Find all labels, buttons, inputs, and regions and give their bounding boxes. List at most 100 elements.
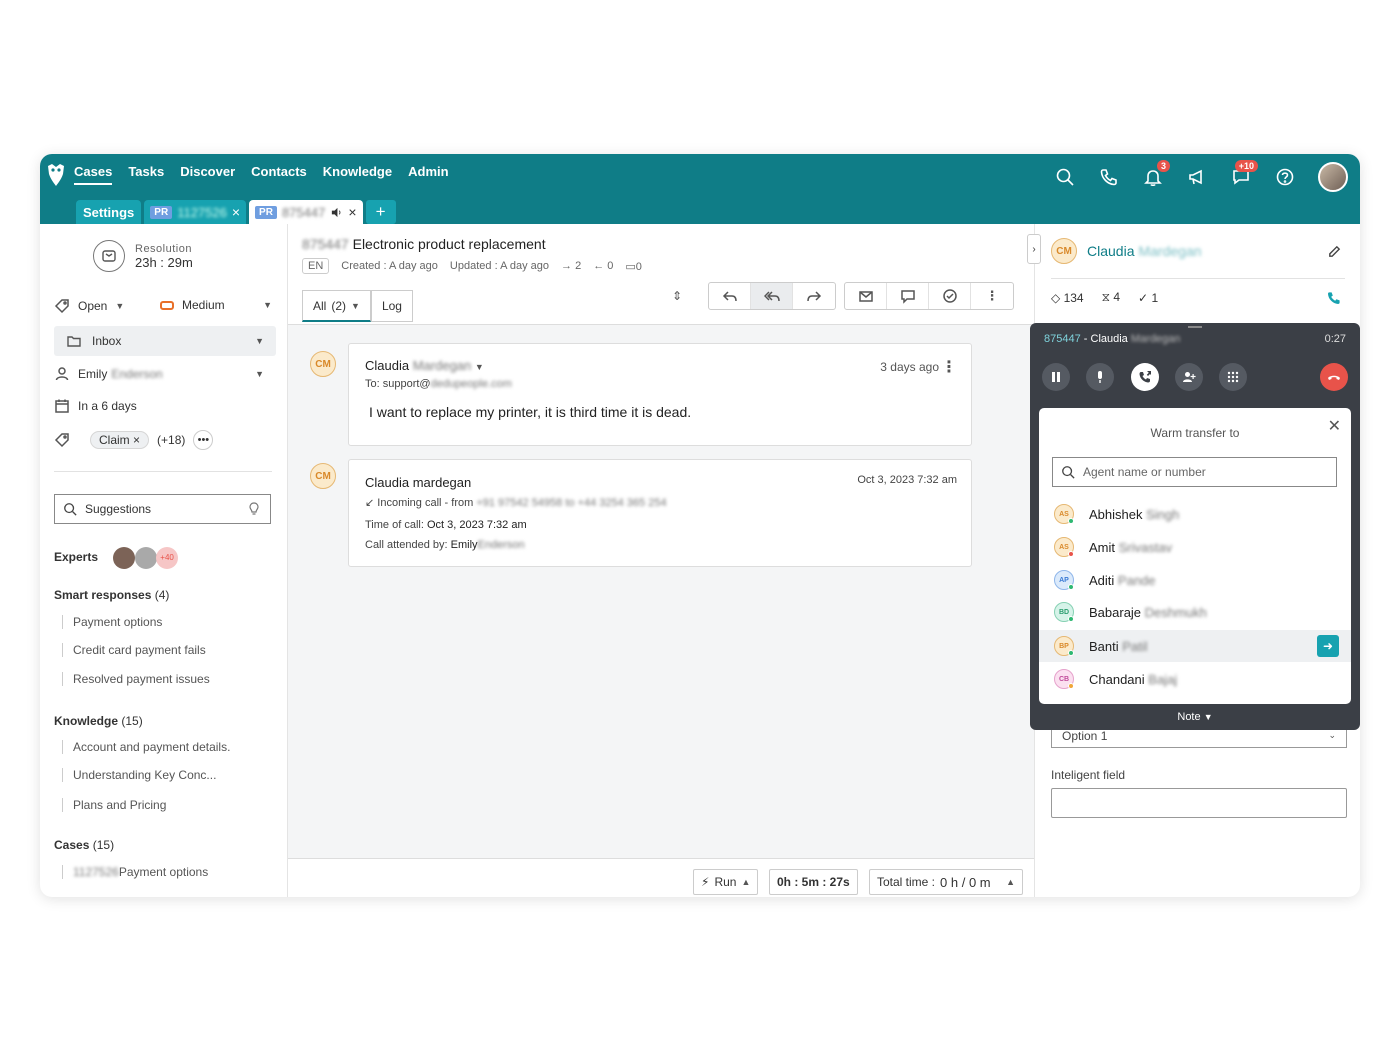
tab-all-label: All bbox=[313, 298, 327, 313]
agent-item[interactable]: BP Banti Patil ➜ bbox=[1039, 630, 1351, 662]
label-icon bbox=[54, 433, 69, 448]
hang-up-icon[interactable] bbox=[1319, 363, 1348, 391]
agent-avatar: AP bbox=[1054, 570, 1074, 590]
tab-log[interactable]: Log bbox=[370, 290, 413, 322]
drag-handle[interactable] bbox=[1188, 326, 1202, 328]
nav-knowledge[interactable]: Knowledge bbox=[323, 164, 392, 185]
priority-dropdown[interactable]: Medium ▼ bbox=[160, 298, 272, 312]
forward-icon[interactable] bbox=[793, 283, 835, 309]
close-icon[interactable]: × bbox=[232, 204, 240, 220]
chevron-down-icon: ▼ bbox=[1203, 712, 1213, 722]
mail-add-icon[interactable] bbox=[845, 283, 887, 309]
more-icon[interactable]: ••• bbox=[193, 430, 214, 450]
agent-item[interactable]: AP Aditi Pande bbox=[1039, 564, 1351, 596]
agent-item[interactable]: BD Babaraje Deshmukh bbox=[1039, 596, 1351, 628]
queue-dropdown[interactable]: Inbox ▼ bbox=[54, 326, 276, 356]
transfer-arrow-button[interactable]: ➜ bbox=[1317, 635, 1339, 657]
chevron-down-icon: ▼ bbox=[115, 301, 125, 311]
pending-stat[interactable]: ⧖ 4 bbox=[1102, 290, 1120, 305]
close-icon[interactable]: ✕ bbox=[1328, 416, 1341, 436]
nav-cases[interactable]: Cases bbox=[74, 164, 113, 185]
edit-icon[interactable] bbox=[1327, 244, 1342, 259]
list-item[interactable]: Plans and Pricing bbox=[62, 798, 166, 812]
tab-case-2[interactable]: PR 875447 × bbox=[249, 200, 363, 224]
call-widget: 875447 - Claudia Mardegan 0:27 Warm tran… bbox=[1030, 323, 1360, 730]
dialpad-icon[interactable] bbox=[1219, 363, 1248, 391]
assignee-dropdown[interactable]: Emily Enderson ▼ bbox=[54, 366, 276, 382]
search-icon[interactable] bbox=[1054, 166, 1076, 188]
status-dropdown[interactable]: Open ▼ bbox=[54, 298, 124, 314]
tab-case-1[interactable]: PR 1127526 × bbox=[144, 200, 247, 224]
agent-first: Babaraje bbox=[1089, 604, 1142, 620]
intelligent-field-input[interactable] bbox=[1051, 788, 1347, 818]
tickets-count: 134 bbox=[1063, 290, 1084, 305]
tab-settings[interactable]: Settings bbox=[76, 200, 142, 224]
clock-icon bbox=[93, 240, 125, 272]
agent-item[interactable]: AS Abhishek Singh bbox=[1039, 498, 1351, 530]
mic-icon[interactable] bbox=[1086, 363, 1115, 391]
lightbulb-icon[interactable] bbox=[246, 501, 262, 517]
list-item[interactable]: Understanding Key Conc... bbox=[62, 768, 216, 782]
tab-case-id: 875447 bbox=[281, 204, 326, 220]
app-logo-icon[interactable] bbox=[46, 162, 66, 188]
chat-icon[interactable]: +10 bbox=[1230, 160, 1258, 188]
case-sidebar: Resolution 23h : 29m Open ▼ Medium ▼ Inbo… bbox=[40, 224, 288, 897]
nav-tasks[interactable]: Tasks bbox=[128, 164, 164, 185]
bell-icon[interactable]: 3 bbox=[1142, 160, 1170, 188]
status-dot bbox=[1068, 584, 1074, 590]
reply-icon[interactable] bbox=[709, 283, 751, 309]
contact-first[interactable]: Claudia bbox=[1087, 243, 1134, 259]
tag-chip[interactable]: Claim × bbox=[90, 431, 150, 449]
sender-name[interactable]: Claudia Mardegan ▼ bbox=[365, 358, 484, 373]
agent-initials: AS bbox=[1059, 510, 1069, 518]
phone-icon[interactable] bbox=[1326, 290, 1342, 306]
case-id: 1127526 bbox=[73, 865, 119, 879]
nav-admin[interactable]: Admin bbox=[408, 164, 448, 185]
list-item[interactable]: Resolved payment issues bbox=[62, 672, 210, 686]
resolved-stat[interactable]: ✓ 1 bbox=[1138, 291, 1158, 305]
phone-icon[interactable] bbox=[1098, 166, 1120, 188]
add-participant-icon[interactable] bbox=[1174, 363, 1203, 391]
list-item[interactable]: Payment options bbox=[62, 615, 162, 629]
comment-icon[interactable] bbox=[887, 283, 929, 309]
chevron-right-icon[interactable]: › bbox=[1027, 234, 1041, 264]
note-toggle[interactable]: Note ▼ bbox=[1030, 711, 1360, 723]
out-count: 2 bbox=[575, 260, 582, 272]
nav-contacts[interactable]: Contacts bbox=[251, 164, 307, 185]
total-time-dropdown[interactable]: Total time : 0 h / 0 m ▲ bbox=[869, 869, 1023, 895]
list-item[interactable]: 1127526Payment options bbox=[62, 865, 208, 879]
agent-item[interactable]: CB Chandani Bajaj bbox=[1039, 663, 1351, 695]
megaphone-icon[interactable] bbox=[1186, 166, 1208, 188]
expand-collapse-icon[interactable]: ⇕ bbox=[672, 289, 682, 303]
add-tab-button[interactable]: + bbox=[365, 200, 396, 224]
list-item[interactable]: Account and payment details. bbox=[62, 740, 230, 754]
due-date[interactable]: In a 6 days bbox=[54, 398, 137, 414]
agent-item[interactable]: AS Amit Srivastav bbox=[1039, 531, 1351, 563]
expert-avatar[interactable] bbox=[134, 547, 157, 569]
expert-more[interactable]: +40 bbox=[156, 547, 179, 569]
suggestions-search[interactable]: Suggestions bbox=[54, 494, 271, 524]
expert-avatar[interactable] bbox=[113, 547, 136, 569]
check-circle-icon[interactable] bbox=[929, 283, 971, 309]
user-avatar[interactable] bbox=[1318, 162, 1348, 192]
chevron-up-icon: ▲ bbox=[1006, 877, 1015, 887]
tab-all[interactable]: All (2) ▼ bbox=[302, 290, 371, 322]
list-item[interactable]: Credit card payment fails bbox=[62, 643, 206, 657]
more-vertical-icon[interactable]: ⋮ bbox=[971, 283, 1013, 309]
tag-more[interactable]: (+18) bbox=[157, 433, 185, 447]
nav-discover[interactable]: Discover bbox=[180, 164, 235, 185]
agent-avatar: BP bbox=[1054, 636, 1074, 656]
transfer-title: Warm transfer to bbox=[1150, 426, 1240, 440]
help-icon[interactable] bbox=[1274, 166, 1296, 188]
updated-text: Updated : A day ago bbox=[449, 260, 550, 272]
transfer-call-icon[interactable] bbox=[1130, 363, 1159, 391]
agent-search-input[interactable]: Agent name or number bbox=[1052, 457, 1337, 487]
more-vertical-icon[interactable]: ⋮ bbox=[941, 357, 957, 377]
reply-all-icon[interactable] bbox=[751, 283, 793, 309]
tickets-stat[interactable]: ◇ 134 bbox=[1051, 291, 1084, 305]
run-button[interactable]: ⚡ Run ▲ bbox=[693, 869, 759, 895]
divider bbox=[54, 471, 272, 472]
pause-icon[interactable] bbox=[1042, 363, 1070, 391]
to-domain: dedupeople.com bbox=[430, 378, 512, 390]
close-icon[interactable]: × bbox=[348, 204, 356, 220]
